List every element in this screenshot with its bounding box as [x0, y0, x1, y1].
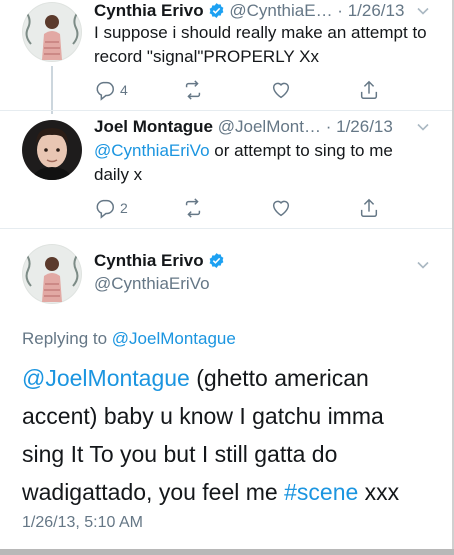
- author-handle[interactable]: @CynthiaE…: [229, 1, 332, 20]
- divider: [0, 228, 452, 229]
- author-name[interactable]: Cynthia Erivo: [94, 251, 204, 270]
- like-button[interactable]: [270, 196, 292, 220]
- share-button[interactable]: [358, 78, 380, 102]
- reply-button[interactable]: 4: [94, 78, 128, 102]
- tweet-date[interactable]: 1/26/13: [348, 1, 405, 20]
- thread-connector: [51, 66, 53, 114]
- tweet-timestamp[interactable]: 1/26/13, 5:10 AM: [22, 512, 143, 534]
- bottom-edge: [0, 549, 454, 555]
- hashtag-link[interactable]: #scene: [284, 479, 358, 505]
- chevron-down-icon[interactable]: [416, 4, 430, 18]
- divider: [0, 110, 452, 111]
- separator-dot: ·: [321, 117, 337, 136]
- share-icon: [360, 198, 378, 217]
- tweet-date[interactable]: 1/26/13: [336, 117, 393, 136]
- author-handle[interactable]: @CynthiaEriVo: [94, 273, 210, 295]
- avatar-image: [22, 2, 82, 62]
- reply-count: 4: [120, 82, 128, 98]
- replying-prefix: Replying to: [22, 329, 112, 348]
- avatar-joel[interactable]: [22, 120, 82, 180]
- separator-dot: ·: [332, 1, 348, 20]
- reply-icon: [96, 199, 114, 219]
- main-tweet-suffix: xxx: [358, 479, 400, 505]
- share-icon: [360, 80, 378, 99]
- tweet-text: I suppose i should really make an attemp…: [94, 23, 427, 66]
- share-button[interactable]: [358, 196, 380, 220]
- verified-badge-icon: [209, 253, 223, 268]
- reply-icon: [96, 81, 114, 101]
- avatar-image: [22, 244, 82, 304]
- replying-to-link[interactable]: @JoelMontague: [112, 329, 236, 348]
- mention-link[interactable]: @JoelMontague: [22, 365, 190, 391]
- retweet-button[interactable]: [182, 196, 204, 220]
- retweet-button[interactable]: [182, 78, 204, 102]
- avatar-cynthia-main[interactable]: [22, 244, 82, 304]
- avatar-cynthia[interactable]: [22, 2, 82, 62]
- tweet-actions: 2: [94, 196, 392, 220]
- main-author-name-row: Cynthia Erivo: [94, 250, 225, 272]
- replying-to: Replying to @JoelMontague: [22, 328, 236, 350]
- tweet-thread: Cynthia Erivo @CynthiaE… · 1/26/13 I sup…: [0, 0, 454, 555]
- mention-link[interactable]: @CynthiaEriVo: [94, 141, 210, 160]
- author-handle[interactable]: @JoelMont…: [218, 117, 321, 136]
- verified-badge-icon: [209, 3, 223, 18]
- retweet-icon: [185, 80, 201, 100]
- avatar-image: [22, 120, 82, 180]
- chevron-down-icon[interactable]: [416, 258, 430, 272]
- main-tweet-text: @JoelMontague (ghetto american accent) b…: [22, 359, 432, 511]
- reply-count: 2: [120, 200, 128, 216]
- author-name[interactable]: Joel Montague: [94, 117, 213, 136]
- like-icon: [272, 82, 290, 99]
- like-icon: [272, 200, 290, 217]
- tweet-header: Joel Montague @JoelMont… · 1/26/13: [94, 116, 430, 138]
- retweet-icon: [185, 198, 201, 218]
- author-name[interactable]: Cynthia Erivo: [94, 1, 204, 20]
- tweet-text: @CynthiaEriVo or attempt to sing to me d…: [94, 139, 430, 187]
- like-button[interactable]: [270, 78, 292, 102]
- tweet-header: Cynthia Erivo @CynthiaE… · 1/26/13: [94, 0, 430, 22]
- tweet-actions: 4: [94, 78, 392, 102]
- reply-button[interactable]: 2: [94, 196, 128, 220]
- chevron-down-icon[interactable]: [416, 120, 430, 134]
